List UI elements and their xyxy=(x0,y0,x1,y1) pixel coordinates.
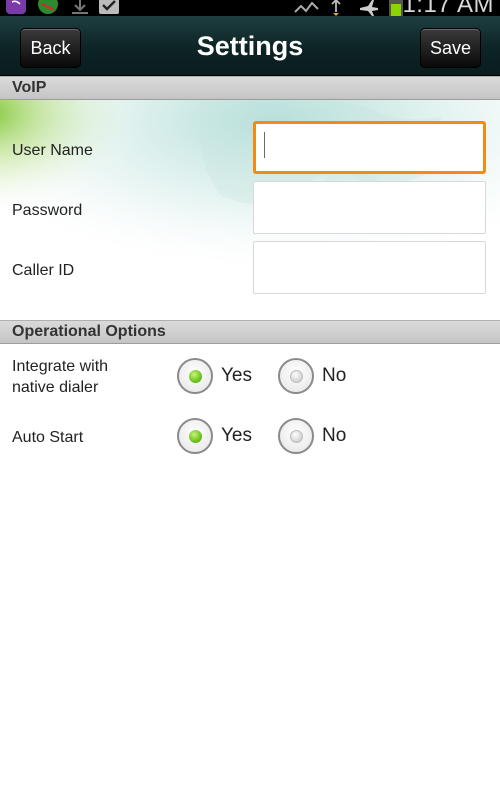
voip-background: User Name Password Caller ID xyxy=(0,100,500,320)
radio-selected-dot xyxy=(189,430,202,443)
user-name-input[interactable] xyxy=(253,121,486,174)
section-header-operational: Operational Options xyxy=(0,320,500,344)
auto-start-label: Auto Start xyxy=(12,429,84,446)
sync-icon xyxy=(38,0,58,14)
user-name-label: User Name xyxy=(12,142,93,159)
radio-unselected-dot xyxy=(290,430,303,443)
auto-start-yes-radio[interactable]: Yes xyxy=(177,418,252,454)
integrate-dialer-no-radio[interactable]: No xyxy=(278,358,346,394)
radio-unselected-dot xyxy=(290,370,303,383)
usb-icon xyxy=(331,0,341,16)
integrate-dialer-label-line2: native dialer xyxy=(12,379,99,396)
radio-selected-dot xyxy=(189,370,202,383)
caller-id-input[interactable] xyxy=(253,241,486,294)
text-cursor xyxy=(264,132,265,158)
radio-circle xyxy=(177,418,213,454)
radio-circle xyxy=(278,418,314,454)
integrate-dialer-label: Integrate with native dialer xyxy=(12,356,108,398)
title-bar: Back Settings Save xyxy=(0,16,500,76)
checkbox-icon xyxy=(99,0,119,14)
caller-id-label: Caller ID xyxy=(12,262,75,279)
clock: 1:17 AM xyxy=(402,0,494,16)
status-bar: 1:17 AM xyxy=(0,0,500,16)
section-header-voip: VoIP xyxy=(0,76,500,100)
airplane-icon xyxy=(360,0,378,16)
viber-icon xyxy=(6,0,26,14)
signal-icon xyxy=(294,1,319,13)
password-label: Password xyxy=(12,202,83,219)
radio-label-yes: Yes xyxy=(221,365,252,386)
radio-label-no: No xyxy=(322,425,347,446)
save-button[interactable]: Save xyxy=(420,28,481,68)
integrate-dialer-label-line1: Integrate with xyxy=(12,358,109,375)
radio-circle xyxy=(278,358,314,394)
radio-label-yes: Yes xyxy=(221,425,252,446)
radio-label-no: No xyxy=(322,365,347,386)
download-icon xyxy=(72,0,88,14)
integrate-dialer-yes-radio[interactable]: Yes xyxy=(177,358,252,394)
auto-start-no-radio[interactable]: No xyxy=(278,418,346,454)
password-input[interactable] xyxy=(253,181,486,234)
radio-circle xyxy=(177,358,213,394)
